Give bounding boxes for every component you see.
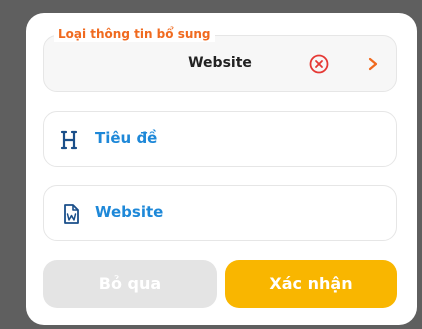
heading-icon [60,128,82,152]
additional-info-dialog: Loại thông tin bổ sung Website Tiêu đề W… [26,13,417,325]
website-field-label: Website [95,203,164,221]
website-field[interactable]: Website [43,185,397,241]
title-field[interactable]: Tiêu đề [43,111,397,167]
chevron-right-icon[interactable] [366,56,380,72]
info-type-selector[interactable]: Loại thông tin bổ sung Website [43,26,397,92]
confirm-button[interactable]: Xác nhận [225,260,397,308]
skip-button[interactable]: Bỏ qua [43,260,217,308]
title-field-label: Tiêu đề [95,129,158,147]
info-type-value: Website [188,55,252,71]
close-circle-icon[interactable] [309,54,329,74]
info-type-legend: Loại thông tin bổ sung [54,26,215,42]
word-document-icon [60,202,82,226]
